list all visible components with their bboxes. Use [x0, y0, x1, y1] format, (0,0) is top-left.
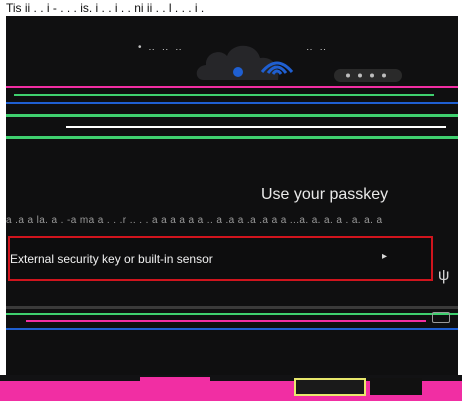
glitch-line	[6, 313, 458, 315]
security-key-icon	[432, 312, 450, 323]
bottom-bar	[0, 375, 462, 401]
wifi-icon	[260, 61, 294, 75]
hero-illustration: • ‥ ‥ ‥ ‥ ‥	[6, 16, 458, 82]
chevron-right-icon: ▸	[381, 251, 387, 262]
glitch-line	[14, 94, 434, 96]
glitch-line	[26, 320, 426, 322]
glitch-line	[6, 136, 458, 139]
top-strip: Tis ii . . i - . . . is. i . . i . . ni …	[0, 0, 462, 16]
glitch-line	[6, 114, 458, 117]
progress-dots	[334, 69, 402, 82]
dialog-subtitle-noise: a .a a la. a . -a ma a . . .r .. . . a a…	[6, 215, 383, 226]
option-label: External security key or built-in sensor	[10, 252, 213, 266]
usb-icon: ψ	[438, 267, 450, 284]
cancel-button[interactable]	[294, 378, 366, 396]
glitch-line	[66, 126, 446, 128]
glitch-line	[140, 377, 210, 381]
glitch-line	[6, 102, 458, 104]
decor-dots: ‥ ‥	[306, 42, 329, 53]
decor-dots: • ‥ ‥ ‥	[138, 42, 184, 53]
secondary-button[interactable]	[370, 378, 422, 395]
passkey-dialog: • ‥ ‥ ‥ ‥ ‥ Use your passkey a .a a la. …	[6, 16, 458, 375]
dialog-title: Use your passkey	[261, 186, 389, 203]
top-strip-text: Tis ii . . i - . . . is. i . . i . . ni …	[6, 1, 205, 15]
glitch-line	[6, 328, 458, 330]
external-security-key-option[interactable]: External security key or built-in sensor…	[8, 236, 433, 281]
glitch-line	[6, 86, 458, 88]
glitch-line	[6, 306, 458, 309]
